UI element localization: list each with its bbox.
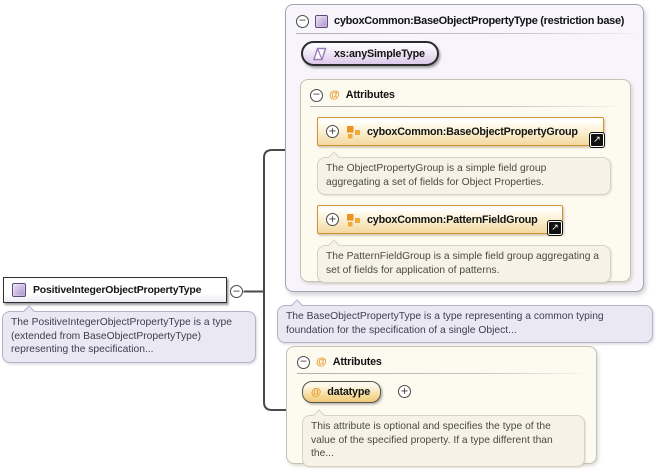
group-doc-tooltip: The ObjectPropertyGroup is a simple fiel… (317, 157, 611, 195)
main-type-box[interactable]: PositiveIntegerObjectPropertyType (3, 277, 227, 303)
group-expand-toggle[interactable]: + (326, 213, 339, 226)
tooltip-pointer (23, 305, 34, 316)
group-expand-toggle[interactable]: + (326, 125, 339, 138)
open-link-icon[interactable]: ↗ (590, 133, 604, 147)
simple-type-badge[interactable]: xs:anySimpleType (301, 41, 439, 66)
attribute-name-label: datatype (327, 386, 370, 398)
schema-diagram: PositiveIntegerObjectPropertyType − The … (0, 0, 664, 472)
tooltip-pointer (291, 299, 302, 310)
separator (310, 106, 615, 107)
group-ref-label: cyboxCommon:BaseObjectPropertyGroup (367, 126, 578, 138)
base-type-collapse-toggle[interactable]: − (296, 15, 309, 28)
base-type-panel: − cyboxCommon:BaseObjectPropertyType (re… (285, 4, 644, 292)
attribute-expand-toggle[interactable]: + (398, 385, 411, 398)
own-attributes-panel: − @ Attributes @ datatype + This attribu… (286, 346, 597, 464)
simple-type-icon (311, 46, 327, 62)
open-link-icon[interactable]: ↗ (548, 221, 562, 235)
attribute-at-icon: @ (311, 386, 321, 398)
attribute-doc-tooltip: This attribute is optional and specifies… (302, 415, 585, 467)
simple-type-label: xs:anySimpleType (334, 48, 425, 60)
group-doc-tooltip: The PatternFieldGroup is a simple field … (317, 245, 611, 283)
tooltip-pointer (313, 409, 324, 420)
base-type-header: − cyboxCommon:BaseObjectPropertyType (re… (296, 13, 624, 29)
attributes-collapse-toggle[interactable]: − (297, 356, 310, 369)
attributes-collapse-toggle[interactable]: − (310, 89, 323, 102)
attribute-datatype-badge[interactable]: @ datatype (302, 381, 381, 403)
complex-type-icon (315, 15, 328, 28)
main-type-collapse-toggle[interactable]: − (230, 285, 243, 298)
complex-type-icon (12, 283, 26, 297)
main-type-doc-tooltip: The PositiveIntegerObjectPropertyType is… (2, 311, 256, 363)
base-type-title: cyboxCommon:BaseObjectPropertyType (rest… (334, 15, 624, 27)
attribute-group-icon (346, 125, 360, 139)
group-ref-label: cyboxCommon:PatternFieldGroup (367, 214, 538, 226)
attributes-title: Attributes (333, 356, 382, 368)
attributes-header: − @ Attributes (297, 354, 382, 370)
base-type-doc-tooltip: The BaseObjectPropertyType is a type rep… (277, 305, 653, 343)
base-type-attributes-panel: − @ Attributes + cyboxCommon:BaseObjectP… (300, 79, 631, 282)
tooltip-pointer (328, 239, 339, 250)
separator (296, 33, 636, 34)
separator (297, 373, 582, 374)
attribute-at-icon: @ (316, 356, 327, 368)
main-type-label: PositiveIntegerObjectPropertyType (33, 284, 201, 296)
attribute-group-icon (346, 213, 360, 227)
attributes-title: Attributes (346, 89, 395, 101)
attributes-header: − @ Attributes (310, 87, 395, 103)
group-ref-pattern-field-group[interactable]: + cyboxCommon:PatternFieldGroup (317, 205, 563, 234)
group-ref-base-object-property-group[interactable]: + cyboxCommon:BaseObjectPropertyGroup (317, 117, 604, 146)
tooltip-pointer (328, 151, 339, 162)
attribute-at-icon: @ (329, 89, 340, 101)
